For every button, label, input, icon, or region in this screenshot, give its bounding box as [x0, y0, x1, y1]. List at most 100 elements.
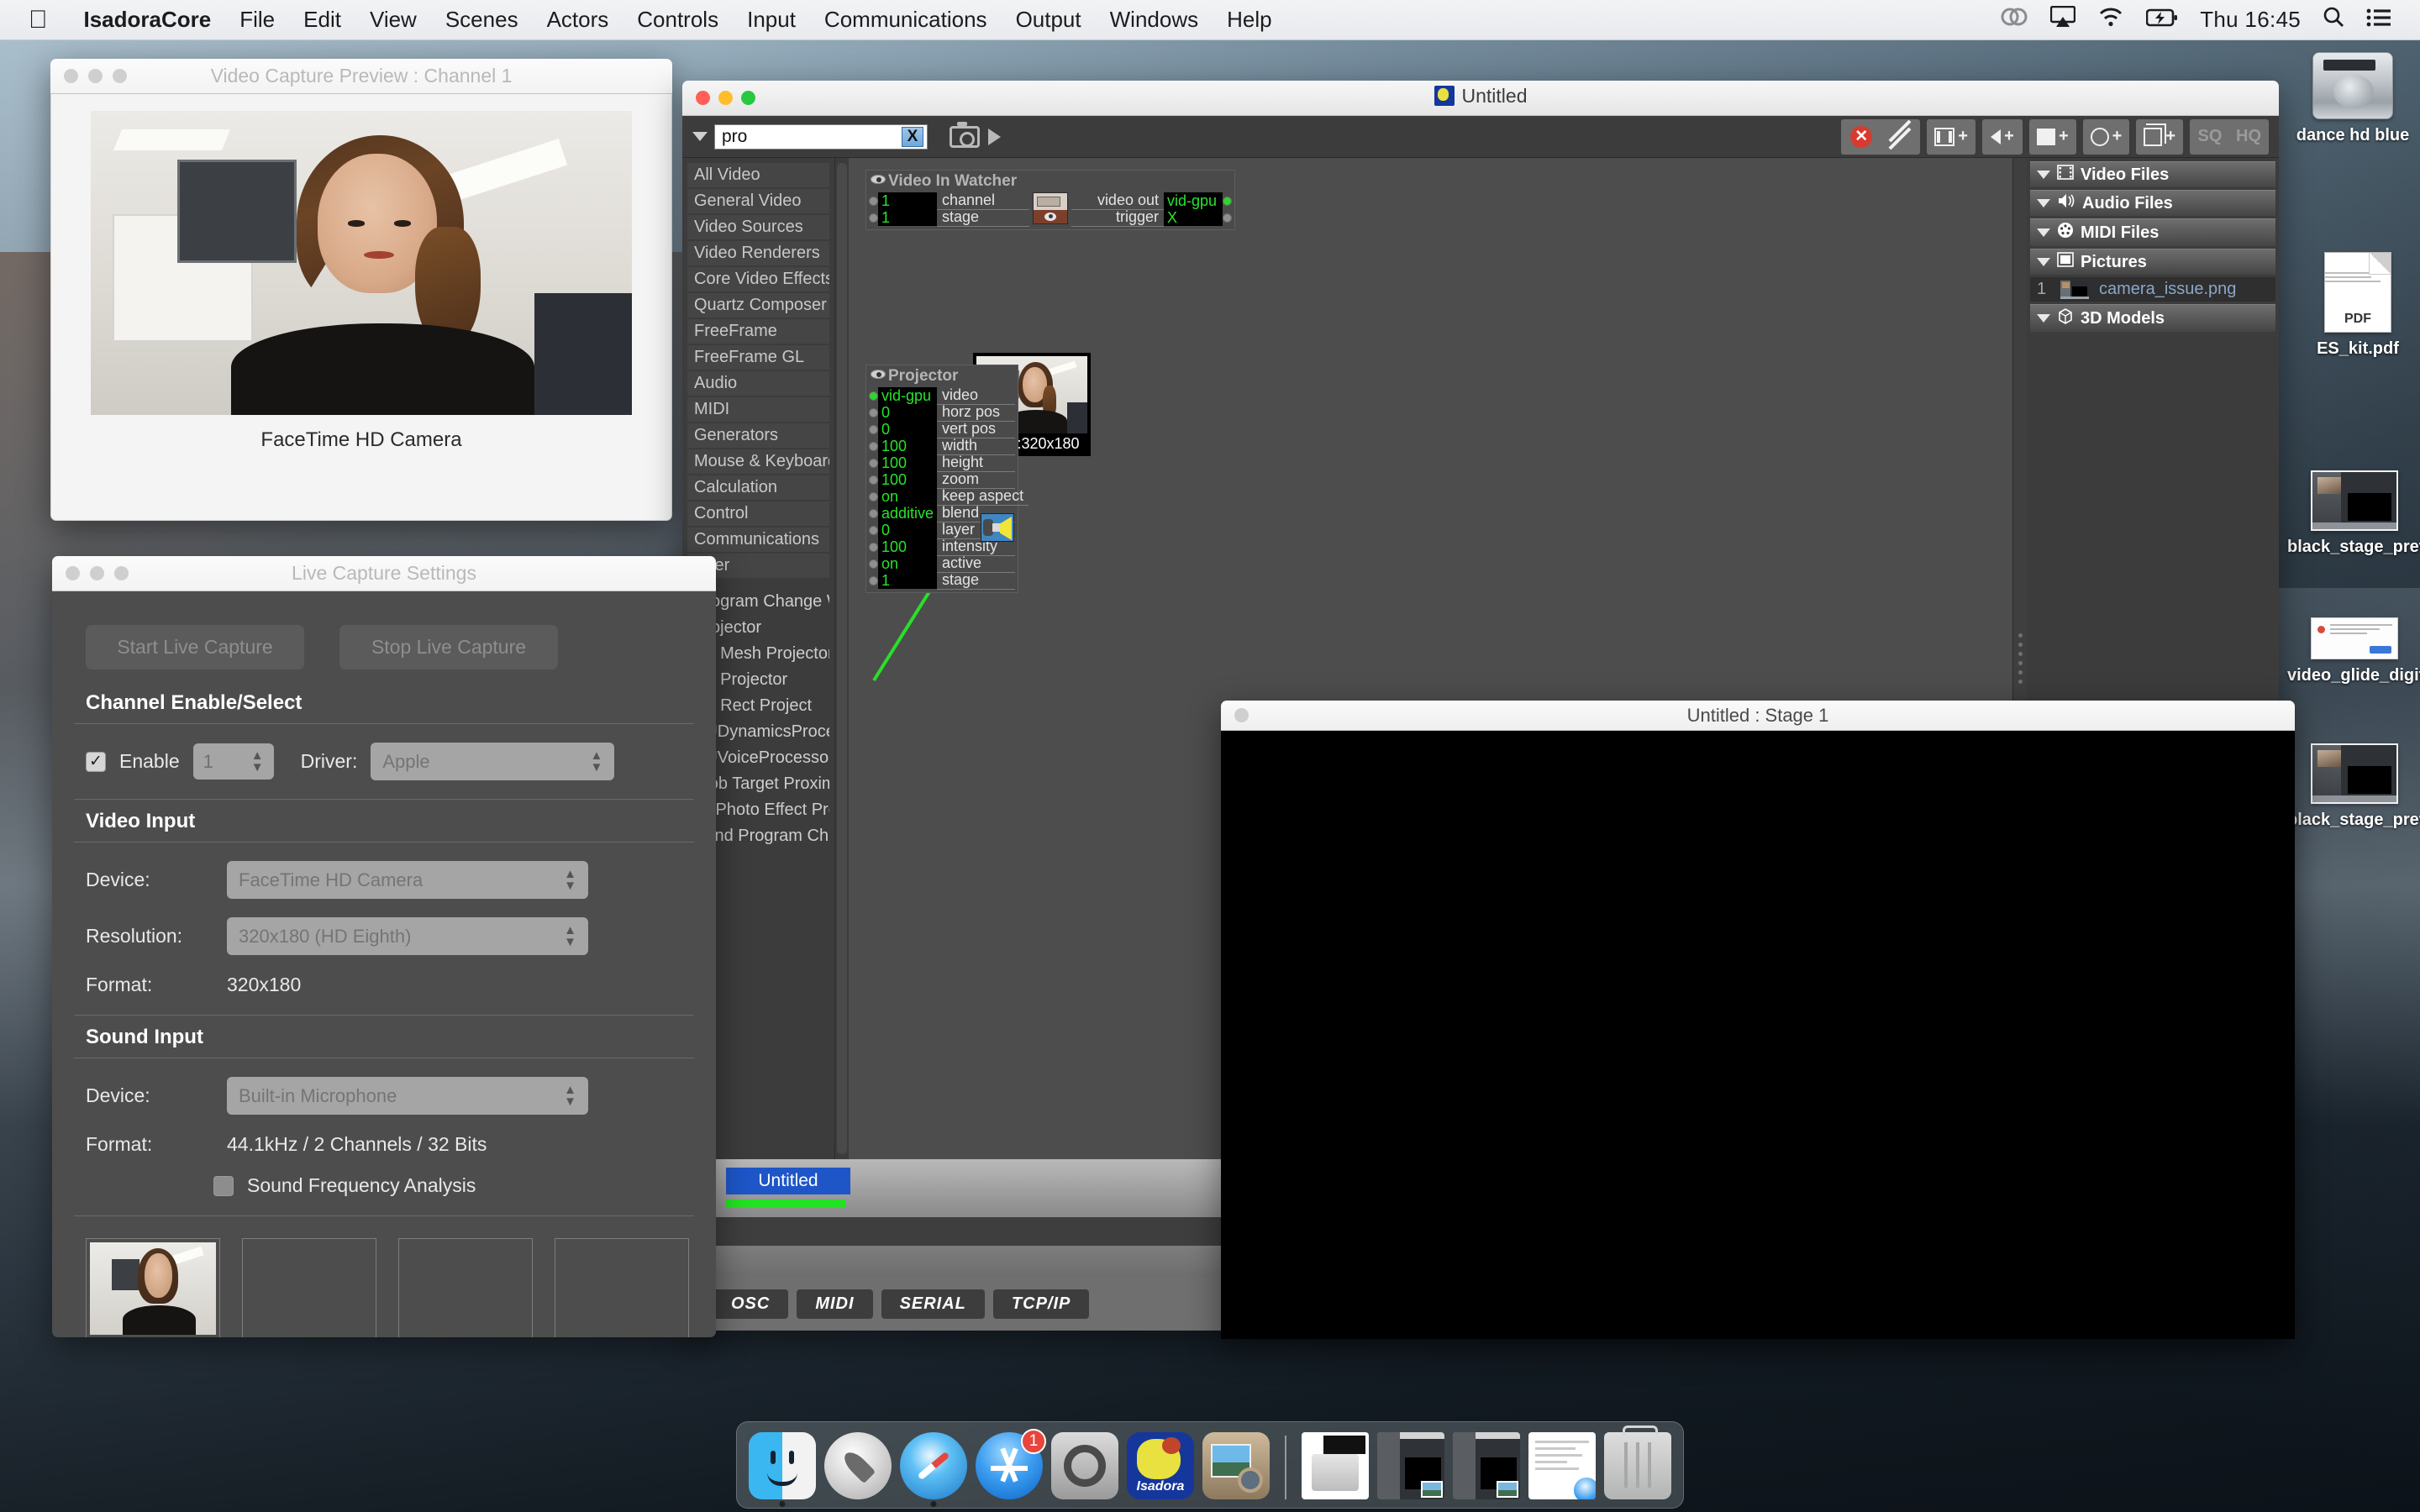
input-port[interactable] — [869, 559, 878, 569]
node-parameter-value[interactable]: 0 — [878, 403, 937, 422]
channel-number-stepper[interactable]: 1 ▲ ▼ — [192, 743, 274, 780]
isadora-titlebar[interactable]: Untitled — [682, 81, 2279, 116]
menu-item-actors[interactable]: Actors — [533, 7, 623, 33]
zoom-button[interactable] — [113, 69, 127, 83]
creative-cloud-icon[interactable] — [2000, 5, 2028, 34]
actor-category-item[interactable]: FreeFrame — [687, 319, 829, 344]
actor-search-input[interactable]: pro X — [714, 123, 928, 150]
desktop-icon-hard-drive[interactable]: dance hd blue — [2286, 52, 2420, 145]
stage-titlebar[interactable]: Untitled : Stage 1 — [1221, 701, 2295, 731]
media-bin-header[interactable]: 3D Models — [2030, 304, 2275, 332]
node-parameter-row[interactable]: 100 width — [869, 437, 1015, 455]
node-parameter-value[interactable]: 100 — [878, 437, 937, 455]
input-port[interactable] — [869, 525, 878, 535]
media-bin-header[interactable]: Pictures — [2030, 249, 2275, 275]
node-parameter-value[interactable]: 0 — [878, 420, 937, 438]
disclosure-triangle-icon[interactable] — [2037, 314, 2050, 323]
resolution-select[interactable]: 320x180 (HD Eighth) ▲ ▼ — [227, 917, 588, 955]
menu-item-controls[interactable]: Controls — [623, 7, 733, 33]
disable-media-button[interactable] — [1882, 119, 1918, 152]
minimize-button[interactable] — [90, 566, 104, 580]
input-port[interactable] — [869, 575, 878, 585]
disclosure-triangle-icon[interactable] — [2037, 258, 2050, 266]
disclosure-triangle-icon[interactable] — [2037, 228, 2050, 237]
select-arrows-icon[interactable]: ▲ ▼ — [591, 749, 603, 774]
actor-category-item[interactable]: Calculation — [687, 475, 829, 500]
dock-item-trash[interactable] — [1604, 1425, 1671, 1499]
actor-category-list[interactable]: All Video General Video Video Sources Video… — [687, 163, 829, 578]
add-audio-file-button[interactable]: + — [1985, 122, 2020, 152]
add-video-file-button[interactable]: + — [1929, 122, 1973, 152]
preview-titlebar[interactable]: Video Capture Preview : Channel 1 — [50, 59, 672, 94]
desktop-icon-video-glide-digitizer[interactable]: video_glide_digitizer — [2287, 617, 2420, 685]
add-picture-button[interactable]: + — [2032, 122, 2074, 152]
media-bin-header[interactable]: Video Files — [2030, 161, 2275, 187]
channel-cell[interactable]: Channel 2 — [242, 1238, 376, 1337]
desktop-icon-black-stage-preview2[interactable]: black_stage_preview2 — [2287, 743, 2420, 830]
node-parameter-value[interactable]: 100 — [878, 470, 937, 489]
camera-icon[interactable] — [950, 121, 980, 148]
scene-tab-untitled[interactable]: Untitled — [726, 1168, 850, 1194]
desktop-icon-pdf[interactable]: PDF ES_kit.pdf — [2291, 252, 2420, 359]
actor-category-item[interactable]: FreeFrame GL — [687, 345, 829, 370]
node-parameter-value[interactable]: on — [878, 487, 937, 506]
osc-button[interactable]: OSC — [713, 1289, 789, 1319]
media-bin-item[interactable]: 1 camera_issue.png — [2030, 277, 2275, 302]
stage-window[interactable]: Untitled : Stage 1 — [1221, 701, 2295, 1339]
node-output-value[interactable]: vid-gpu — [1164, 192, 1223, 210]
dock-item-photos[interactable] — [1202, 1432, 1270, 1499]
clear-search-button[interactable]: X — [902, 126, 923, 147]
lcs-titlebar[interactable]: Live Capture Settings — [52, 556, 716, 591]
output-port[interactable] — [1223, 213, 1232, 223]
node-parameter-value[interactable]: vid-gpu — [878, 386, 937, 405]
select-arrows-icon[interactable]: ▲ ▼ — [564, 1084, 576, 1108]
chevron-down-icon[interactable] — [692, 132, 708, 141]
node-parameter-row[interactable]: 100 zoom — [869, 470, 1015, 489]
enable-checkbox[interactable]: ✓ — [86, 751, 106, 772]
node-parameter-row[interactable]: vid-gpu video — [869, 386, 1015, 405]
select-arrows-icon[interactable]: ▲ ▼ — [564, 868, 576, 892]
channel-cell[interactable]: Channel 3 — [398, 1238, 533, 1337]
actor-category-item[interactable]: MIDI — [687, 397, 829, 422]
live-capture-settings-window[interactable]: Live Capture Settings Start Live Capture… — [52, 556, 716, 1337]
stop-live-capture-button[interactable]: Stop Live Capture — [339, 625, 558, 669]
dock-item-app-store[interactable]: 1 — [976, 1429, 1046, 1499]
sq-quality-button[interactable]: SQ — [2192, 122, 2228, 152]
input-port[interactable] — [869, 542, 878, 552]
node-input-value[interactable]: 1 — [878, 192, 937, 210]
close-button[interactable] — [64, 69, 78, 83]
node-parameter-row[interactable]: 100 height — [869, 454, 1015, 472]
node-parameter-value[interactable]: 100 — [878, 454, 937, 472]
node-input-value[interactable]: 1 — [878, 208, 937, 227]
stepper-arrows-icon[interactable]: ▲ ▼ — [251, 749, 264, 774]
video-device-select[interactable]: FaceTime HD Camera ▲ ▼ — [227, 861, 588, 899]
close-button[interactable] — [66, 566, 80, 580]
serial-button[interactable]: SERIAL — [881, 1289, 985, 1319]
start-live-capture-button[interactable]: Start Live Capture — [86, 625, 304, 669]
actor-category-item[interactable]: Video Renderers — [687, 241, 829, 265]
menu-item-communications[interactable]: Communications — [810, 7, 1002, 33]
actor-category-item[interactable]: Generators — [687, 423, 829, 448]
search-icon[interactable] — [2323, 6, 2344, 34]
delete-media-button[interactable]: ✕ — [1844, 122, 1879, 152]
node-parameter-row[interactable]: 0 horz pos — [869, 403, 1015, 422]
eye-icon[interactable] — [871, 175, 886, 184]
dock-minimized-isadora-window[interactable] — [1377, 1432, 1444, 1499]
snapshot-controls[interactable] — [950, 121, 1001, 148]
disclosure-triangle-icon[interactable] — [2037, 199, 2050, 207]
desktop-icon-black-stage-preview[interactable]: black_stage_preview — [2287, 470, 2420, 557]
actor-category-item[interactable]: Core Video Effects — [687, 267, 829, 291]
dock-minimized-mail-window[interactable] — [1528, 1432, 1596, 1499]
zoom-button[interactable] — [741, 91, 755, 105]
menu-item-isadoracore[interactable]: IsadoraCore — [70, 7, 226, 33]
media-bin-header[interactable]: MIDI Files — [2030, 218, 2275, 246]
input-port[interactable] — [869, 196, 878, 206]
channel-cell[interactable]: Channel 4 — [555, 1238, 689, 1337]
driver-select[interactable]: Apple ▲ ▼ — [371, 743, 615, 780]
menu-item-help[interactable]: Help — [1213, 7, 1286, 33]
add-midi-file-button[interactable]: + — [2086, 122, 2128, 152]
actor-category-item[interactable]: Communications — [687, 528, 829, 552]
zoom-button[interactable] — [114, 566, 129, 580]
dock-item-launchpad[interactable] — [824, 1432, 892, 1499]
input-port[interactable] — [869, 391, 878, 401]
